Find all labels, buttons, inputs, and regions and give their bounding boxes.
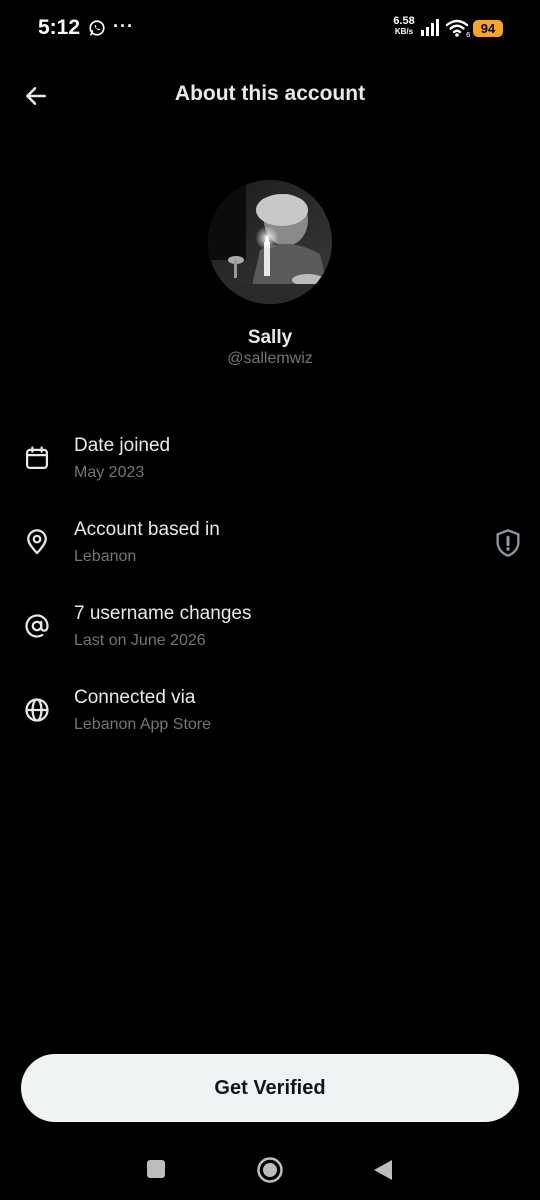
info-item-account-based-in: Account based in Lebanon [0,504,540,588]
avatar-photo [208,180,332,304]
info-label: Date joined [74,435,171,456]
calendar-icon [21,442,53,474]
status-bar: 5:12 ··· 6.58 KB/s 6 94 [0,0,540,58]
network-speed-value: 6.58 [393,15,415,27]
profile-name: Sally [247,327,293,348]
info-value: Lebanon [74,548,137,565]
info-item-username-changes: 7 username changes Last on June 2026 [0,588,540,672]
avatar[interactable] [208,180,332,304]
info-value: Last on June 2026 [74,632,206,649]
globe-icon [21,694,53,726]
svg-text:6: 6 [466,31,471,38]
back-triangle-icon[interactable] [372,1158,394,1182]
more-notifications-icon: ··· [113,16,134,36]
header: About this account [0,68,540,124]
wifi-icon: 6 [445,19,471,38]
info-value: May 2023 [74,464,145,481]
signal-icon [421,19,439,36]
info-item-date-joined: Date joined May 2023 [0,420,540,504]
info-label: Account based in [74,519,220,540]
battery-indicator: 94 [473,20,503,37]
get-verified-button[interactable]: Get Verified [21,1054,519,1122]
system-nav-bar [0,1140,540,1200]
info-label: Connected via [74,687,196,708]
info-label: 7 username changes [74,603,252,624]
profile-handle: @sallemwiz [227,350,313,367]
account-info-list: Date joined May 2023 Account based in Le… [0,420,540,756]
whatsapp-icon [89,20,105,36]
network-speed-unit: KB/s [394,27,414,36]
recents-icon[interactable] [147,1160,165,1178]
page-title: About this account [174,82,366,105]
status-time: 5:12 [38,16,81,39]
at-sign-icon [21,610,53,642]
info-value: Lebanon App Store [74,716,212,733]
home-icon[interactable] [256,1156,284,1184]
location-pin-icon [21,526,53,558]
info-item-connected-via: Connected via Lebanon App Store [0,672,540,756]
network-speed: 6.58 KB/s [390,16,418,37]
shield-alert-icon[interactable] [494,528,522,558]
